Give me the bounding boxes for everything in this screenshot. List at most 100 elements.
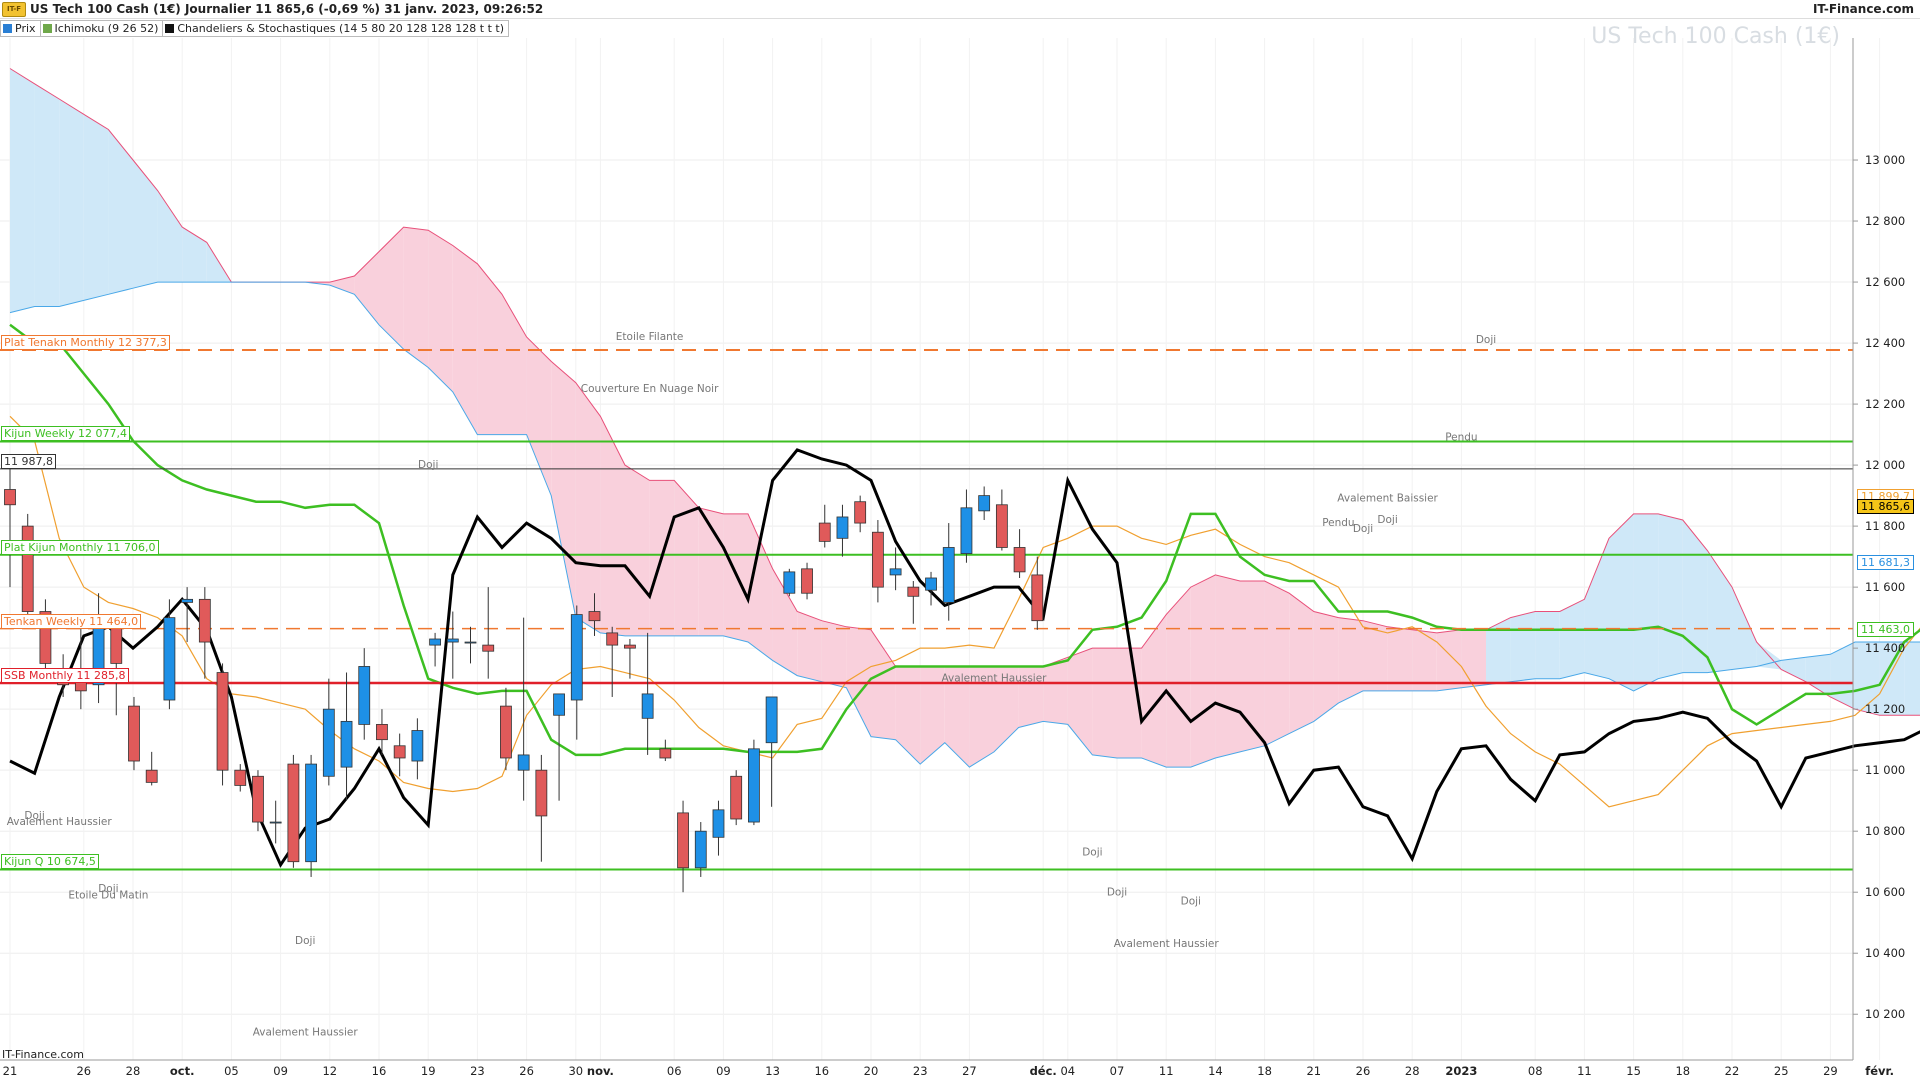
candle-body xyxy=(694,830,707,869)
x-tick-label: 14 xyxy=(1208,1064,1223,1078)
candle-body xyxy=(677,812,689,869)
candle-body xyxy=(871,531,884,588)
candle-body xyxy=(1031,574,1044,622)
x-tick-label: 11 xyxy=(1577,1064,1592,1078)
ichimoku-cloud xyxy=(1436,629,1462,691)
candle-body xyxy=(446,638,459,643)
ichimoku-cloud xyxy=(1141,614,1167,768)
candle-body xyxy=(322,708,335,777)
pattern-annotation: Avalement Haussier xyxy=(941,673,1047,685)
candle-body xyxy=(216,672,229,771)
candle-body xyxy=(358,666,371,725)
pattern-annotation: Doji xyxy=(1377,514,1397,526)
y-tick-label: 11 000 xyxy=(1865,763,1905,777)
y-tick-label: 11 200 xyxy=(1865,702,1905,716)
y-tick-label: 12 400 xyxy=(1865,336,1905,350)
x-tick-label: 09 xyxy=(716,1064,731,1078)
x-tick-label: 04 xyxy=(1060,1064,1075,1078)
y-tick-label: 11 800 xyxy=(1865,519,1905,533)
ichimoku-cloud xyxy=(1559,599,1585,679)
candle-body xyxy=(889,568,902,576)
pattern-annotation: Doji xyxy=(1476,334,1496,346)
candle-body xyxy=(517,754,530,771)
pattern-annotation: Couverture En Nuage Noir xyxy=(581,383,719,395)
candle-body xyxy=(606,632,619,646)
pattern-annotation: Avalement Baissier xyxy=(1337,493,1438,505)
x-tick-label: 25 xyxy=(1774,1064,1789,1078)
ichimoku-cloud xyxy=(34,83,60,307)
ichimoku-cloud xyxy=(1215,574,1240,758)
candle-body xyxy=(1013,547,1026,573)
level-label: 11 987,8 xyxy=(1,453,56,469)
candle-body xyxy=(801,568,813,594)
ichimoku-cloud xyxy=(1338,617,1363,704)
ichimoku-cloud xyxy=(1805,654,1831,697)
candle-body xyxy=(429,638,441,646)
x-tick-label: 2023 xyxy=(1445,1064,1477,1078)
ichimoku-cloud xyxy=(1510,611,1536,682)
ichimoku-cloud xyxy=(1190,574,1216,768)
x-tick-label: 28 xyxy=(1405,1064,1420,1078)
candle-body xyxy=(641,693,654,719)
price-tag: 11 463,0 xyxy=(1857,621,1914,637)
x-tick-label: 11 xyxy=(1159,1064,1174,1078)
candle-body xyxy=(252,775,264,823)
chart-window: IT-F US Tech 100 Cash (1€) Journalier 11… xyxy=(0,0,1920,1080)
x-tick-label: 07 xyxy=(1110,1064,1125,1078)
level-label: Plat Kijun Monthly 11 706,0 xyxy=(1,539,159,555)
ichimoku-cloud xyxy=(108,129,133,295)
price-chart[interactable]: DojiAvalement HaussierEtoile Du MatinDoj… xyxy=(0,0,1920,1080)
x-tick-label: 30 xyxy=(568,1064,583,1078)
candle-body xyxy=(163,617,176,701)
ichimoku-cloud xyxy=(1363,620,1388,691)
x-tick-label: 06 xyxy=(667,1064,682,1078)
ichimoku-cloud xyxy=(821,620,847,688)
candle-body xyxy=(110,623,123,664)
ichimoku-cloud xyxy=(428,230,453,392)
x-tick-label: 13 xyxy=(765,1064,780,1078)
candle-body xyxy=(535,769,548,817)
ichimoku-cloud xyxy=(10,68,35,313)
x-tick-label: févr. xyxy=(1865,1064,1894,1078)
ichimoku-cloud xyxy=(723,513,748,643)
y-tick-label: 12 000 xyxy=(1865,458,1905,472)
ichimoku-cloud xyxy=(575,382,601,633)
candle-body xyxy=(854,501,867,524)
ichimoku-cloud xyxy=(551,361,576,618)
x-tick-label: 08 xyxy=(1528,1064,1543,1078)
footer-brand: IT-Finance.com xyxy=(2,1048,84,1061)
ichimoku-cloud xyxy=(1584,538,1609,679)
candle-body xyxy=(925,577,937,591)
ichimoku-cloud xyxy=(1387,626,1413,691)
ichimoku-cloud xyxy=(625,465,650,636)
candle-body xyxy=(836,516,849,539)
pattern-annotation: Avalement Haussier xyxy=(253,1027,359,1039)
level-label: Kijun Q 10 674,5 xyxy=(1,854,99,870)
x-tick-label: 28 xyxy=(126,1064,141,1078)
level-label: Kijun Weekly 12 077,4 xyxy=(1,426,130,442)
x-tick-label: 23 xyxy=(913,1064,928,1078)
ichimoku-cloud xyxy=(1289,593,1314,734)
x-tick-label: 26 xyxy=(519,1064,534,1078)
x-tick-label: déc. xyxy=(1030,1064,1057,1078)
y-tick-label: 10 400 xyxy=(1865,946,1905,960)
candle-body xyxy=(712,809,725,838)
pattern-annotation: Doji xyxy=(1353,523,1373,535)
x-tick-label: 26 xyxy=(76,1064,91,1078)
candle-body xyxy=(464,641,477,644)
candle-body xyxy=(553,693,565,716)
y-tick-label: 12 600 xyxy=(1865,275,1905,289)
y-tick-label: 12 800 xyxy=(1865,214,1905,228)
pattern-annotation: Doji xyxy=(295,935,315,947)
ichimoku-cloud xyxy=(1781,657,1806,682)
candle-body xyxy=(411,730,424,762)
ichimoku-cloud xyxy=(133,160,158,289)
y-tick-label: 10 200 xyxy=(1865,1007,1905,1021)
ichimoku-cloud xyxy=(182,227,207,283)
x-tick-label: 20 xyxy=(864,1064,879,1078)
ichimoku-cloud xyxy=(1166,587,1191,768)
ichimoku-cloud xyxy=(1658,513,1683,679)
pattern-annotation: Avalement Haussier xyxy=(1114,938,1220,950)
candle-body xyxy=(482,644,495,652)
candle-body xyxy=(783,571,796,594)
